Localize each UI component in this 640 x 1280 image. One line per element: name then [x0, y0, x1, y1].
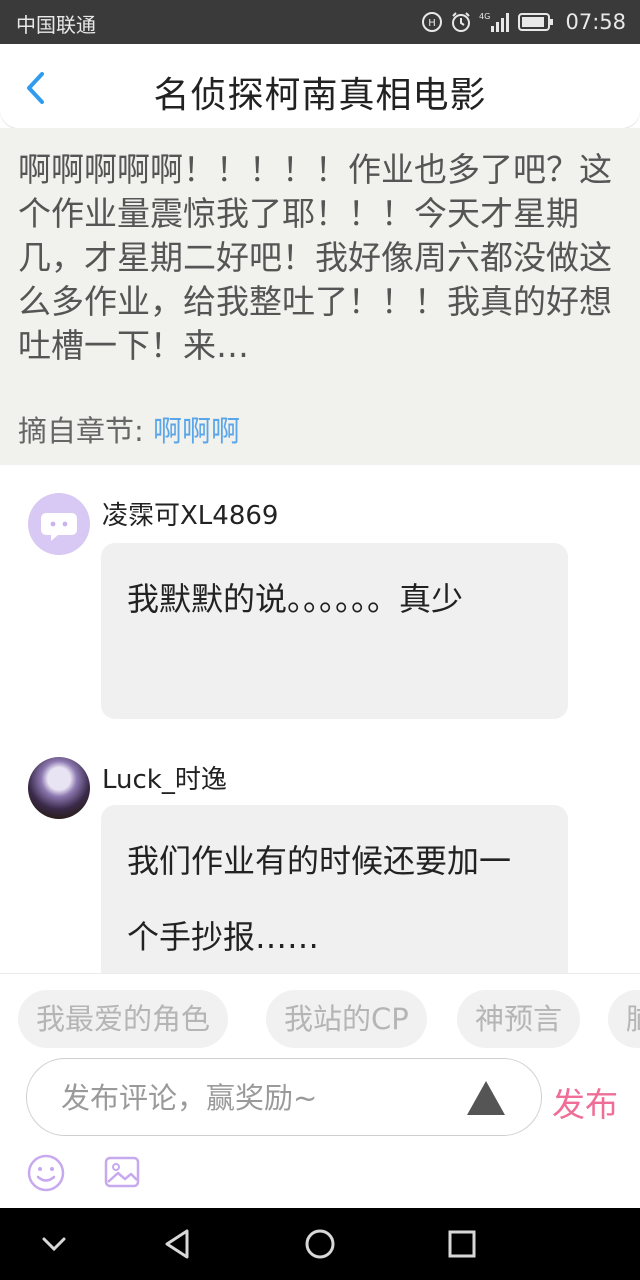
- chapter-link[interactable]: 啊啊啊: [153, 414, 240, 448]
- battery-icon: [518, 13, 554, 31]
- comment-input[interactable]: 发布评论，赢奖励~: [26, 1058, 542, 1136]
- triangle-up-icon[interactable]: [465, 1077, 507, 1119]
- svg-text:H: H: [429, 18, 437, 29]
- topic-tag-chip[interactable]: 我站的CP: [266, 990, 427, 1048]
- topic-tag-bar: 我最爱的角色 我站的CP 神预言 脑: [0, 973, 640, 1063]
- system-navigation-bar: [0, 1208, 640, 1280]
- page-title: 名侦探柯南真相电影: [153, 75, 487, 116]
- comment-list[interactable]: 凌霂可XL4869 我默默的说。。。。。。真少 Luck_时逸 我们作业有的时候…: [0, 465, 640, 973]
- back-triangle-icon[interactable]: [160, 1226, 196, 1262]
- status-bar: 中国联通 H 4G 07:58: [0, 0, 640, 44]
- avatar[interactable]: [28, 757, 90, 819]
- carrier-name: 中国联通: [16, 13, 96, 37]
- comment-username[interactable]: 凌霂可XL4869: [102, 495, 278, 532]
- signal-icon: 4G: [479, 12, 510, 32]
- image-icon[interactable]: [103, 1153, 141, 1191]
- chapter-source: 摘自章节: 啊啊啊: [18, 408, 240, 450]
- excerpt-text: 啊啊啊啊啊！！！！！作业也多了吧？这个作业量震惊我了耶！！！今天才星期几，才星期…: [18, 150, 612, 365]
- alarm-icon: [452, 12, 471, 32]
- hd-icon: H: [422, 12, 443, 32]
- home-circle-icon[interactable]: [302, 1226, 338, 1262]
- topic-tag-chip[interactable]: 我最爱的角色: [18, 990, 229, 1048]
- topic-tag-chip[interactable]: 神预言: [457, 990, 581, 1048]
- status-icons: H 4G 07:58: [421, 8, 626, 36]
- top-navigation-bar: 名侦探柯南真相电影: [0, 44, 640, 128]
- chapter-label: 摘自章节:: [18, 414, 144, 448]
- svg-text:4G: 4G: [479, 12, 490, 21]
- status-time: 07:58: [565, 10, 626, 34]
- comment-bubble[interactable]: 我们作业有的时候还要加一个手抄报……: [101, 805, 568, 973]
- publish-button[interactable]: 发布: [552, 1078, 618, 1126]
- recent-apps-square-icon[interactable]: [444, 1226, 480, 1262]
- comment-input-placeholder: 发布评论，赢奖励~: [61, 1081, 318, 1115]
- chat-bubble-icon: [41, 513, 77, 541]
- comment-username[interactable]: Luck_时逸: [102, 759, 227, 796]
- comment-bubble[interactable]: 我默默的说。。。。。。真少: [101, 543, 568, 719]
- chevron-down-icon[interactable]: [36, 1226, 72, 1262]
- avatar[interactable]: [28, 493, 90, 555]
- quoted-excerpt: 啊啊啊啊啊！！！！！作业也多了吧？这个作业量震惊我了耶！！！今天才星期几，才星期…: [0, 128, 640, 465]
- emoji-icon[interactable]: [26, 1153, 66, 1193]
- topic-tag-chip[interactable]: 脑: [608, 990, 640, 1048]
